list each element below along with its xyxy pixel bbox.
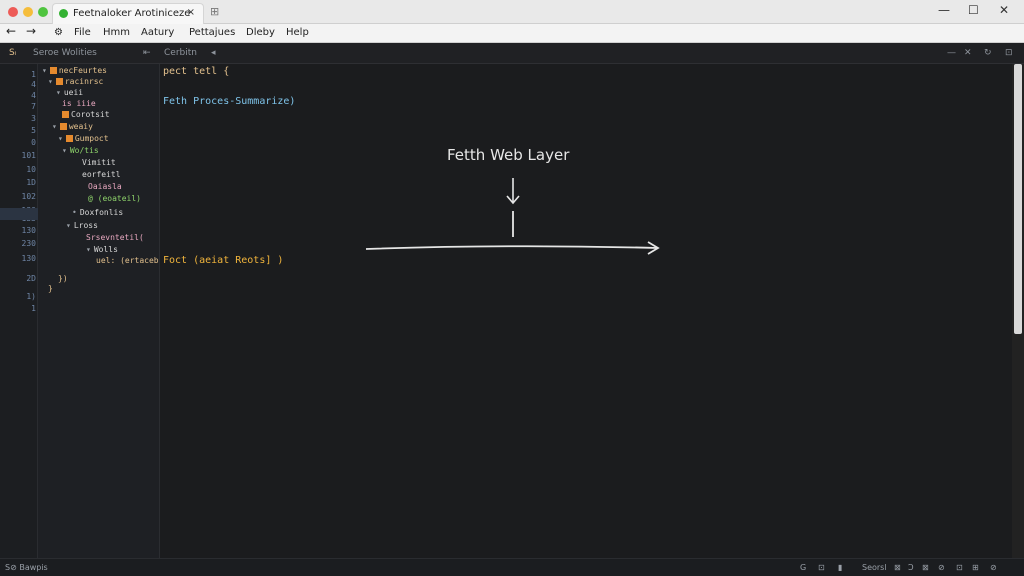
status-item[interactable]: ⊡ bbox=[818, 563, 825, 572]
status-item[interactable]: Ͻ bbox=[908, 563, 914, 572]
status-item[interactable]: ⊞ bbox=[972, 563, 979, 572]
status-item[interactable]: ⊡ bbox=[956, 563, 963, 572]
diagram-arrows bbox=[365, 178, 660, 255]
status-item[interactable]: ⊠ bbox=[894, 563, 901, 572]
status-item[interactable]: ⊠ bbox=[922, 563, 929, 572]
status-item[interactable]: ⊘ bbox=[990, 563, 997, 572]
status-left: S⊘ Bawpis bbox=[5, 563, 48, 572]
status-bar: S⊘ Bawpis G ⊡ ▮ Seorsl ⊠ Ͻ ⊠ ⊘ ⊡ ⊞ ⊘ bbox=[0, 558, 1024, 576]
vertical-scrollbar[interactable] bbox=[1012, 64, 1024, 558]
status-item[interactable]: G bbox=[800, 563, 806, 572]
right-arrow-icon bbox=[365, 241, 660, 255]
down-arrow-icon bbox=[506, 178, 520, 205]
status-item[interactable]: Seorsl bbox=[862, 563, 887, 572]
status-item[interactable]: ▮ bbox=[838, 563, 842, 572]
scrollbar-thumb[interactable] bbox=[1014, 64, 1022, 334]
status-item[interactable]: ⊘ bbox=[938, 563, 945, 572]
